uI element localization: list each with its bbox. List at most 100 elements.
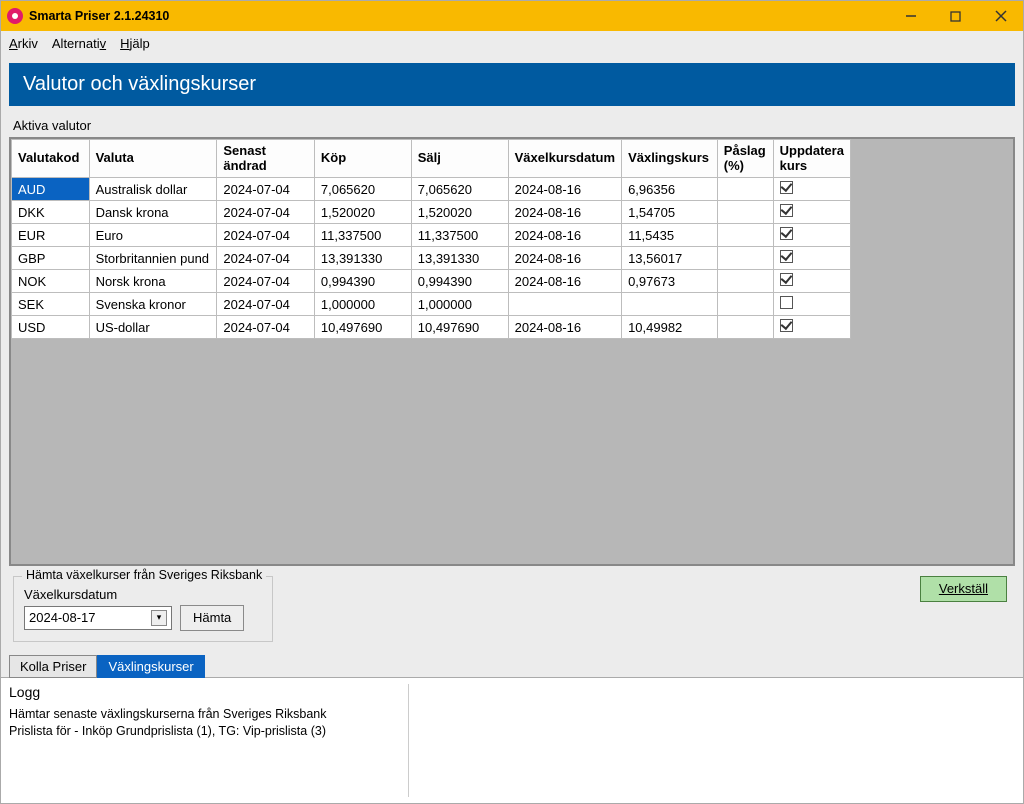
cell-kop[interactable]: 11,337500: [314, 224, 411, 247]
update-checkbox[interactable]: [780, 204, 793, 217]
minimize-button[interactable]: [888, 1, 933, 31]
cell-paslag[interactable]: [717, 247, 773, 270]
table-row[interactable]: AUDAustralisk dollar2024-07-047,0656207,…: [12, 178, 851, 201]
update-checkbox[interactable]: [780, 181, 793, 194]
cell-valutakod[interactable]: SEK: [12, 293, 90, 316]
cell-kop[interactable]: 13,391330: [314, 247, 411, 270]
cell-uppdatera[interactable]: [773, 201, 850, 224]
cell-valutakod[interactable]: USD: [12, 316, 90, 339]
col-vaxelkursdatum[interactable]: Växelkursdatum: [508, 140, 621, 178]
cell-valuta[interactable]: Norsk krona: [89, 270, 217, 293]
cell-vaxlingskurs[interactable]: 6,96356: [622, 178, 718, 201]
table-row[interactable]: EUREuro2024-07-0411,33750011,3375002024-…: [12, 224, 851, 247]
cell-senast[interactable]: 2024-07-04: [217, 224, 315, 247]
cell-valuta[interactable]: Svenska kronor: [89, 293, 217, 316]
cell-uppdatera[interactable]: [773, 178, 850, 201]
update-checkbox[interactable]: [780, 250, 793, 263]
cell-kop[interactable]: 0,994390: [314, 270, 411, 293]
cell-salj[interactable]: 1,000000: [411, 293, 508, 316]
cell-valutakod[interactable]: NOK: [12, 270, 90, 293]
table-row[interactable]: DKKDansk krona2024-07-041,5200201,520020…: [12, 201, 851, 224]
cell-salj[interactable]: 1,520020: [411, 201, 508, 224]
cell-paslag[interactable]: [717, 316, 773, 339]
cell-vaxelkursdatum[interactable]: 2024-08-16: [508, 316, 621, 339]
table-row[interactable]: GBPStorbritannien pund2024-07-0413,39133…: [12, 247, 851, 270]
cell-valutakod[interactable]: GBP: [12, 247, 90, 270]
menu-arkiv[interactable]: Arkiv: [9, 36, 38, 51]
col-valutakod[interactable]: Valutakod: [12, 140, 90, 178]
cell-kop[interactable]: 10,497690: [314, 316, 411, 339]
cell-salj[interactable]: 0,994390: [411, 270, 508, 293]
col-senast-andrad[interactable]: Senaständrad: [217, 140, 315, 178]
cell-kop[interactable]: 1,000000: [314, 293, 411, 316]
fetch-date-input[interactable]: 2024-08-17 ▾: [24, 606, 172, 630]
fetch-button[interactable]: Hämta: [180, 605, 244, 631]
cell-vaxlingskurs[interactable]: 1,54705: [622, 201, 718, 224]
cell-salj[interactable]: 10,497690: [411, 316, 508, 339]
cell-uppdatera[interactable]: [773, 247, 850, 270]
col-kop[interactable]: Köp: [314, 140, 411, 178]
cell-vaxlingskurs[interactable]: 11,5435: [622, 224, 718, 247]
cell-vaxelkursdatum[interactable]: [508, 293, 621, 316]
cell-uppdatera[interactable]: [773, 224, 850, 247]
cell-valuta[interactable]: Storbritannien pund: [89, 247, 217, 270]
cell-paslag[interactable]: [717, 201, 773, 224]
cell-senast[interactable]: 2024-07-04: [217, 270, 315, 293]
update-checkbox[interactable]: [780, 273, 793, 286]
cell-valuta[interactable]: Euro: [89, 224, 217, 247]
col-vaxlingskurs[interactable]: Växlingskurs: [622, 140, 718, 178]
cell-paslag[interactable]: [717, 178, 773, 201]
cell-valutakod[interactable]: EUR: [12, 224, 90, 247]
col-valuta[interactable]: Valuta: [89, 140, 217, 178]
cell-vaxelkursdatum[interactable]: 2024-08-16: [508, 178, 621, 201]
tab-vaxlingskurser[interactable]: Växlingskurser: [97, 655, 204, 678]
cell-vaxlingskurs[interactable]: 13,56017: [622, 247, 718, 270]
cell-uppdatera[interactable]: [773, 293, 850, 316]
update-checkbox[interactable]: [780, 227, 793, 240]
table-row[interactable]: SEKSvenska kronor2024-07-041,0000001,000…: [12, 293, 851, 316]
menu-hjalp[interactable]: Hjälp: [120, 36, 150, 51]
cell-valuta[interactable]: Australisk dollar: [89, 178, 217, 201]
table-row[interactable]: USDUS-dollar2024-07-0410,49769010,497690…: [12, 316, 851, 339]
cell-senast[interactable]: 2024-07-04: [217, 247, 315, 270]
cell-vaxlingskurs[interactable]: 10,49982: [622, 316, 718, 339]
update-checkbox[interactable]: [780, 319, 793, 332]
cell-uppdatera[interactable]: [773, 316, 850, 339]
cell-valutakod[interactable]: DKK: [12, 201, 90, 224]
tab-kolla-priser[interactable]: Kolla Priser: [9, 655, 97, 678]
cell-salj[interactable]: 7,065620: [411, 178, 508, 201]
menu-alternativ[interactable]: Alternativ: [52, 36, 106, 51]
cell-vaxelkursdatum[interactable]: 2024-08-16: [508, 247, 621, 270]
cell-paslag[interactable]: [717, 270, 773, 293]
col-uppdatera-kurs[interactable]: Uppdaterakurs: [773, 140, 850, 178]
cell-vaxlingskurs[interactable]: [622, 293, 718, 316]
cell-vaxelkursdatum[interactable]: 2024-08-16: [508, 201, 621, 224]
cell-kop[interactable]: 7,065620: [314, 178, 411, 201]
maximize-button[interactable]: [933, 1, 978, 31]
cell-senast[interactable]: 2024-07-04: [217, 316, 315, 339]
update-checkbox[interactable]: [780, 296, 793, 309]
cell-paslag[interactable]: [717, 224, 773, 247]
cell-valuta[interactable]: US-dollar: [89, 316, 217, 339]
close-button[interactable]: [978, 1, 1023, 31]
currency-table[interactable]: Valutakod Valuta Senaständrad Köp Sälj V…: [11, 139, 851, 339]
cell-vaxlingskurs[interactable]: 0,97673: [622, 270, 718, 293]
cell-senast[interactable]: 2024-07-04: [217, 293, 315, 316]
date-dropdown-icon[interactable]: ▾: [151, 610, 167, 626]
cell-valutakod[interactable]: AUD: [12, 178, 90, 201]
cell-salj[interactable]: 13,391330: [411, 247, 508, 270]
table-row[interactable]: NOKNorsk krona2024-07-040,9943900,994390…: [12, 270, 851, 293]
col-paslag[interactable]: Påslag(%): [717, 140, 773, 178]
cell-vaxelkursdatum[interactable]: 2024-08-16: [508, 224, 621, 247]
cell-senast[interactable]: 2024-07-04: [217, 178, 315, 201]
cell-salj[interactable]: 11,337500: [411, 224, 508, 247]
cell-kop[interactable]: 1,520020: [314, 201, 411, 224]
cell-senast[interactable]: 2024-07-04: [217, 201, 315, 224]
cell-valuta[interactable]: Dansk krona: [89, 201, 217, 224]
cell-vaxelkursdatum[interactable]: 2024-08-16: [508, 270, 621, 293]
apply-button[interactable]: Verkställ: [920, 576, 1007, 602]
col-salj[interactable]: Sälj: [411, 140, 508, 178]
cell-uppdatera[interactable]: [773, 270, 850, 293]
app-icon: [7, 8, 23, 24]
cell-paslag[interactable]: [717, 293, 773, 316]
